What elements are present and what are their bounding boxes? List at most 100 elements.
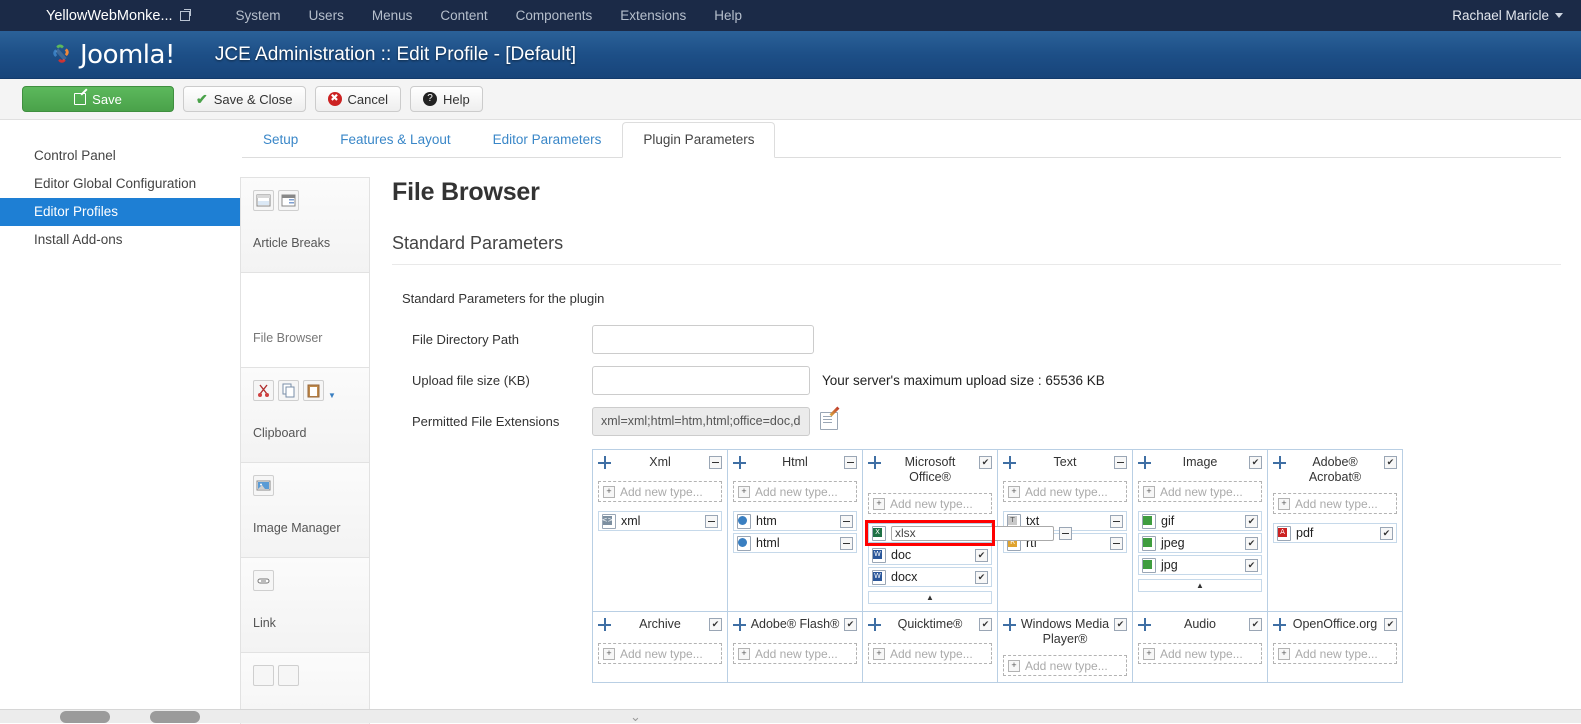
group-toggle-button[interactable]: [1114, 618, 1127, 631]
add-new-type-button[interactable]: + Add new type...: [1273, 643, 1397, 664]
group-toggle-button[interactable]: [1384, 618, 1397, 631]
save-close-button[interactable]: ✔ Save & Close: [183, 86, 306, 112]
page-title: JCE Administration :: Edit Profile - [De…: [215, 44, 576, 66]
tab-plugin-parameters[interactable]: Plugin Parameters: [622, 122, 775, 158]
group-toggle-button[interactable]: [709, 456, 722, 469]
sidebar-item-editor-global-configuration[interactable]: Editor Global Configuration: [0, 170, 240, 198]
admin-menu-item-menus[interactable]: Menus: [358, 8, 427, 23]
sidebar-item-editor-profiles[interactable]: Editor Profiles: [0, 198, 240, 226]
user-menu[interactable]: Rachael Maricle: [1452, 8, 1563, 23]
extension-item[interactable]: <> xml: [598, 511, 722, 531]
extension-item[interactable]: W doc: [868, 545, 992, 565]
group-toggle-button[interactable]: [979, 456, 992, 469]
drag-handle-icon[interactable]: [1138, 456, 1151, 469]
add-new-type-button[interactable]: + Add new type...: [598, 643, 722, 664]
extension-item[interactable]: A pdf: [1273, 523, 1397, 543]
group-toggle-button[interactable]: [1384, 456, 1397, 469]
remove-extension-button[interactable]: [1059, 527, 1072, 540]
add-new-type-button[interactable]: + Add new type...: [1138, 643, 1262, 664]
toggle-extension-button[interactable]: [1245, 559, 1258, 572]
drag-handle-icon[interactable]: [1138, 618, 1151, 631]
group-header: OpenOffice.org: [1273, 617, 1397, 635]
extension-item[interactable]: htm: [733, 511, 857, 531]
extension-item[interactable]: jpeg: [1138, 533, 1262, 553]
admin-menu-item-help[interactable]: Help: [700, 8, 756, 23]
plugin-card-link[interactable]: Link: [240, 557, 370, 653]
group-toggle-button[interactable]: [1249, 456, 1262, 469]
plugin-card-clipboard[interactable]: ▼ Clipboard: [240, 367, 370, 463]
add-new-type-button[interactable]: + Add new type...: [733, 481, 857, 502]
drag-handle-icon[interactable]: [733, 456, 746, 469]
drag-handle-icon[interactable]: [598, 618, 611, 631]
drag-handle-icon[interactable]: [1273, 618, 1286, 631]
plugin-card-image-manager[interactable]: Image Manager: [240, 462, 370, 558]
field-label-extensions: Permitted File Extensions: [392, 414, 592, 429]
add-new-type-button[interactable]: + Add new type...: [1003, 481, 1127, 502]
add-new-type-button[interactable]: + Add new type...: [733, 643, 857, 664]
article-break-icon: [253, 190, 274, 211]
drag-handle-icon[interactable]: [868, 456, 881, 469]
admin-menu-item-components[interactable]: Components: [502, 8, 607, 23]
add-new-type-button[interactable]: + Add new type...: [1003, 655, 1127, 676]
group-toggle-button[interactable]: [1249, 618, 1262, 631]
edit-extensions-icon[interactable]: [820, 412, 838, 430]
group-toggle-button[interactable]: [1114, 456, 1127, 469]
upload-file-size-input[interactable]: [592, 366, 810, 395]
help-button[interactable]: ? Help: [410, 86, 483, 112]
tab-setup[interactable]: Setup: [242, 122, 319, 158]
toggle-extension-button[interactable]: [1380, 527, 1393, 540]
taskbar-item[interactable]: [60, 711, 110, 723]
admin-menu-item-extensions[interactable]: Extensions: [606, 8, 700, 23]
cancel-button[interactable]: ✖ Cancel: [315, 86, 401, 112]
scroll-up-indicator[interactable]: ▲: [868, 591, 992, 604]
chevron-down-icon[interactable]: ⌄: [630, 712, 652, 722]
remove-extension-button[interactable]: [1110, 515, 1123, 528]
add-new-type-button[interactable]: + Add new type...: [1138, 481, 1262, 502]
remove-extension-button[interactable]: [1110, 537, 1123, 550]
drag-handle-icon[interactable]: [733, 618, 746, 631]
plugin-card-article-breaks[interactable]: Article Breaks: [240, 177, 370, 273]
toggle-extension-button[interactable]: [1245, 537, 1258, 550]
site-name[interactable]: YellowWebMonke...: [46, 8, 190, 24]
add-new-type-button[interactable]: + Add new type...: [868, 493, 992, 514]
extension-item[interactable]: html: [733, 533, 857, 553]
toggle-extension-button[interactable]: [975, 549, 988, 562]
plugin-icons: [253, 285, 359, 315]
admin-menu-item-system[interactable]: System: [222, 8, 295, 23]
drag-handle-icon[interactable]: [1273, 456, 1286, 469]
admin-menu-item-content[interactable]: Content: [426, 8, 501, 23]
sidebar-item-install-add-ons[interactable]: Install Add-ons: [0, 226, 240, 254]
group-toggle-button[interactable]: [709, 618, 722, 631]
tab-editor-parameters[interactable]: Editor Parameters: [472, 122, 623, 158]
permitted-file-extensions-input[interactable]: [592, 407, 810, 436]
drag-handle-icon[interactable]: [868, 618, 881, 631]
extension-name-input[interactable]: [891, 526, 1054, 541]
group-toggle-button[interactable]: [979, 618, 992, 631]
taskbar-item[interactable]: [150, 711, 200, 723]
group-toggle-button[interactable]: [844, 618, 857, 631]
drag-handle-icon[interactable]: [598, 456, 611, 469]
admin-menu-item-users[interactable]: Users: [295, 8, 358, 23]
toggle-extension-button[interactable]: [1245, 515, 1258, 528]
scroll-up-indicator[interactable]: ▲: [1138, 579, 1262, 592]
remove-extension-button[interactable]: [705, 515, 718, 528]
drag-handle-icon[interactable]: [1003, 618, 1016, 631]
extension-item-editing[interactable]: X: [868, 523, 992, 543]
sidebar-item-control-panel[interactable]: Control Panel: [0, 142, 240, 170]
extension-item[interactable]: W docx: [868, 567, 992, 587]
plugin-card-file-browser[interactable]: File Browser: [240, 272, 370, 368]
add-new-type-label: Add new type...: [1295, 497, 1378, 511]
drag-handle-icon[interactable]: [1003, 456, 1016, 469]
toggle-extension-button[interactable]: [975, 571, 988, 584]
tab-features-layout[interactable]: Features & Layout: [319, 122, 471, 158]
add-new-type-button[interactable]: + Add new type...: [598, 481, 722, 502]
extension-item[interactable]: gif: [1138, 511, 1262, 531]
add-new-type-button[interactable]: + Add new type...: [1273, 493, 1397, 514]
remove-extension-button[interactable]: [840, 537, 853, 550]
save-button[interactable]: Save: [22, 86, 174, 112]
group-toggle-button[interactable]: [844, 456, 857, 469]
extension-item[interactable]: jpg: [1138, 555, 1262, 575]
remove-extension-button[interactable]: [840, 515, 853, 528]
add-new-type-button[interactable]: + Add new type...: [868, 643, 992, 664]
file-directory-path-input[interactable]: [592, 325, 814, 354]
